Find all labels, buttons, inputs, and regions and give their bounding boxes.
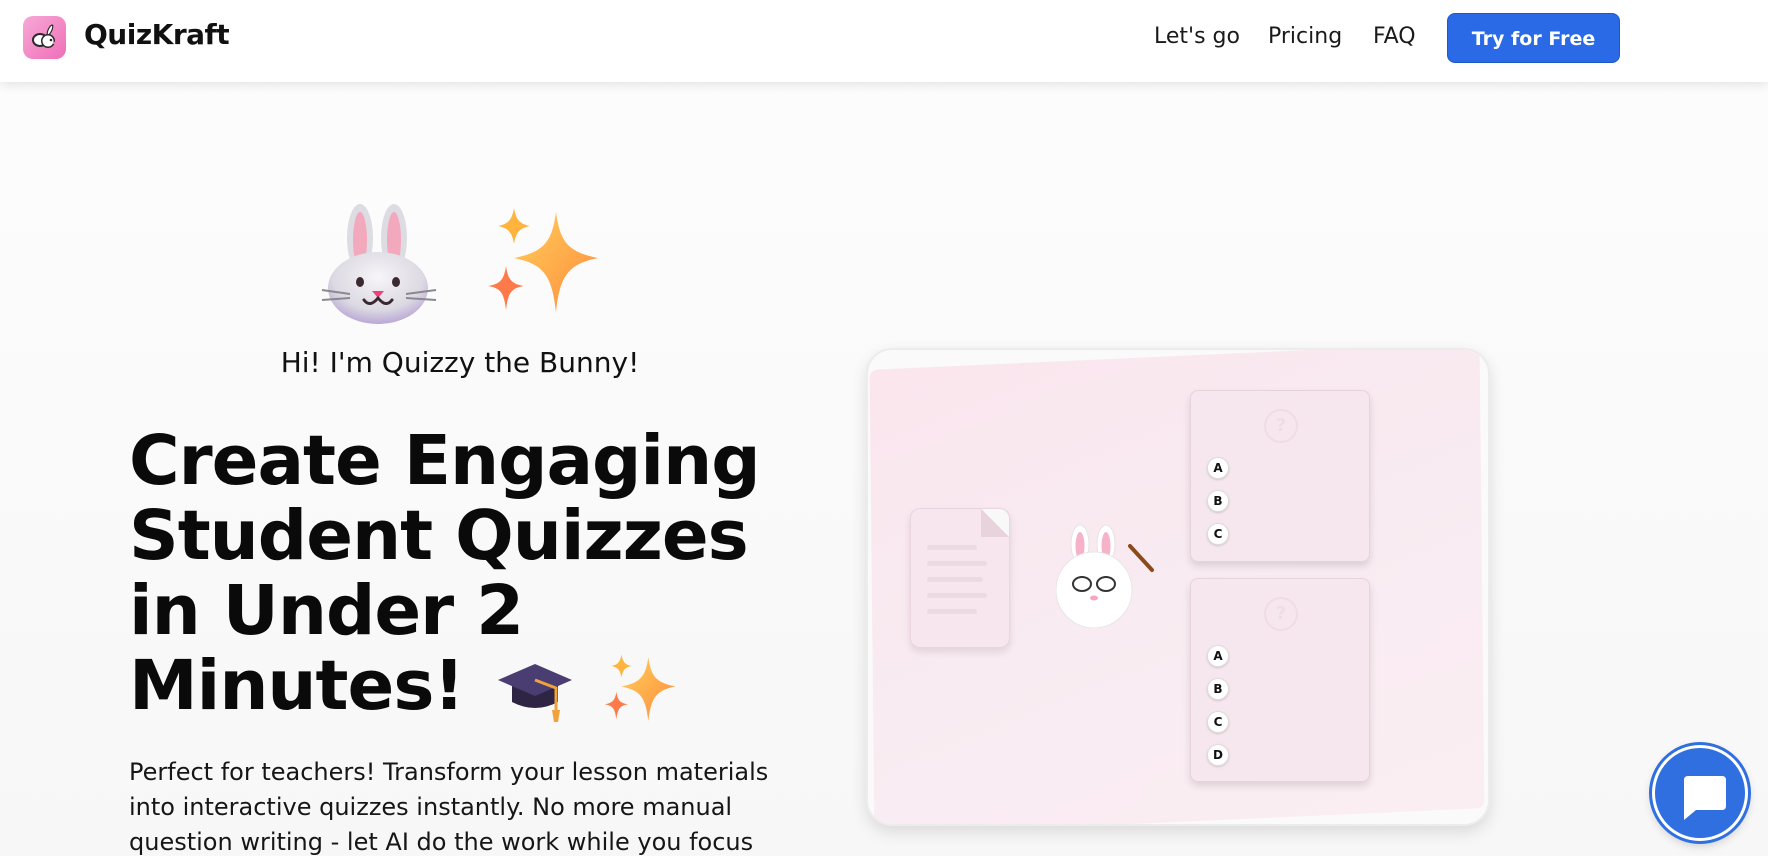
mascot-greeting: Hi! I'm Quizzy the Bunny! [280, 346, 640, 379]
sparkles-icon [482, 206, 604, 322]
headline-line: Create Engaging [129, 421, 761, 501]
chat-bubble-icon[interactable] [1652, 745, 1748, 841]
sparkles-icon [601, 652, 679, 730]
quiz-card: ? A B C [1190, 390, 1370, 562]
question-mark-icon: ? [1264, 597, 1298, 631]
brand-name[interactable]: QuizKraft [84, 18, 230, 51]
question-mark-icon: ? [1264, 409, 1298, 443]
headline-line: Minutes! [129, 646, 465, 726]
document-icon [910, 508, 1010, 648]
rabbit-face-icon [320, 202, 442, 328]
nav-faq[interactable]: FAQ [1373, 24, 1416, 49]
answer-option: C [1207, 711, 1229, 733]
answer-option: B [1207, 490, 1229, 512]
answer-option: D [1207, 744, 1229, 766]
answer-option: C [1207, 523, 1229, 545]
nav-lets-go[interactable]: Let's go [1154, 24, 1240, 49]
answer-option: A [1207, 645, 1229, 667]
answer-option: A [1207, 457, 1229, 479]
headline-line: in Under 2 [129, 571, 524, 651]
nav-pricing[interactable]: Pricing [1268, 24, 1342, 49]
logo-rabbit-icon[interactable] [23, 16, 66, 59]
top-navbar: QuizKraft Let's go Pricing FAQ Try for F… [0, 0, 1768, 82]
quiz-card: ? A B C D [1190, 578, 1370, 782]
answer-option: B [1207, 678, 1229, 700]
bunny-wizard-icon [1055, 518, 1166, 632]
graduation-cap-icon [496, 654, 574, 728]
quiz-illustration: ? A B C ? A B C D [866, 348, 1490, 826]
hero-description: Perfect for teachers! Transform your les… [129, 758, 769, 856]
headline-line: Student Quizzes [129, 496, 749, 576]
try-for-free-button[interactable]: Try for Free [1447, 13, 1620, 63]
hero-headline: Create Engaging Student Quizzes in Under… [129, 424, 829, 724]
